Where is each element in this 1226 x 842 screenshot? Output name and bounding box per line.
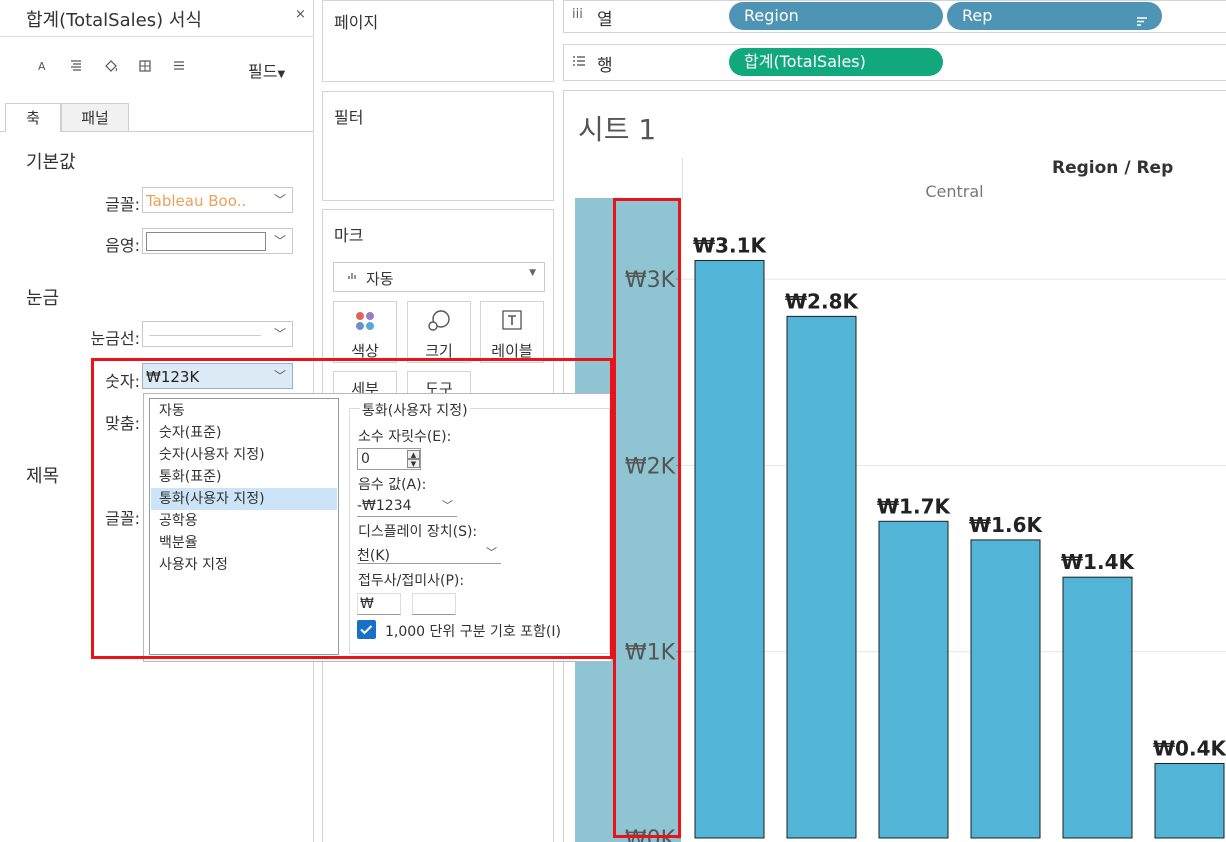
pages-title: 페이지 — [334, 13, 379, 32]
chevron-down-icon: ﹀ — [273, 234, 286, 248]
font-label: 글꼴: — [105, 195, 140, 214]
pill-rep[interactable]: Rep — [947, 2, 1162, 30]
color-button[interactable]: 색상 — [333, 301, 397, 363]
bar[interactable] — [970, 539, 1041, 839]
marks-title: 마크 — [334, 226, 364, 245]
section-title: 제목 — [26, 466, 60, 487]
marks-type-value: 자동 — [366, 270, 394, 288]
axis-highlight-box — [613, 198, 681, 838]
bar-data-label: ₩3.1K — [693, 233, 767, 257]
font-combo[interactable]: Tableau Boo.. ﹀ — [142, 187, 293, 213]
color-icon — [334, 310, 396, 337]
caret-down-icon: ▼ — [277, 69, 286, 80]
font-value: Tableau Boo.. — [146, 192, 247, 210]
gridline-combo[interactable]: ﹀ — [142, 321, 293, 347]
popup-highlight-box — [91, 358, 613, 659]
font-icon[interactable]: A — [38, 60, 46, 73]
bar-data-label: ₩1.7K — [877, 494, 951, 518]
bar-data-label: ₩0.4K — [1153, 736, 1226, 760]
pill-rep-label: Rep — [962, 6, 993, 25]
shading-combo[interactable]: ﹀ — [142, 228, 293, 254]
label-button[interactable]: 레이블 — [480, 301, 544, 363]
columns-icon: iii — [572, 7, 583, 22]
pill-total-sales[interactable]: 합계(TotalSales) — [729, 48, 943, 76]
section-default: 기본값 — [26, 152, 76, 173]
filters-shelf[interactable]: 필터 — [322, 91, 554, 201]
rows-icon — [572, 53, 586, 71]
bar-data-label: ₩2.8K — [785, 289, 859, 313]
shading-label: 음영: — [105, 236, 140, 255]
columns-label: 열 — [597, 10, 613, 30]
size-icon — [408, 310, 470, 337]
chevron-down-icon: ﹀ — [273, 327, 286, 341]
chevron-down-icon: ﹀ — [273, 193, 286, 207]
line-preview — [149, 335, 261, 336]
marks-type-dropdown[interactable]: 자동 ▼ — [333, 262, 545, 292]
text-icon — [481, 310, 543, 335]
tab-active-gap — [6, 131, 60, 133]
gridline-label: 눈금선: — [90, 329, 140, 348]
color-swatch — [146, 232, 266, 251]
bar-data-label: ₩1.6K — [969, 513, 1043, 537]
pages-shelf[interactable]: 페이지 — [322, 0, 554, 82]
divider — [0, 36, 314, 37]
header-region-rep: Region / Rep — [1052, 158, 1174, 178]
bar[interactable] — [694, 259, 765, 839]
sort-descending-icon[interactable] — [1136, 9, 1148, 37]
sheet-title: 시트 1 — [578, 113, 657, 146]
close-icon[interactable]: × — [295, 7, 306, 22]
bar[interactable] — [1154, 762, 1225, 839]
bar-chart-icon — [348, 269, 358, 284]
shading-icon[interactable] — [104, 60, 118, 75]
alignment-icon[interactable] — [70, 60, 82, 74]
borders-icon[interactable] — [139, 60, 151, 75]
tab-axis[interactable]: 축 — [5, 103, 61, 132]
section-ticks: 눈금 — [26, 288, 60, 309]
bar[interactable] — [1062, 576, 1133, 839]
lines-icon[interactable] — [173, 60, 185, 74]
bar[interactable] — [786, 315, 857, 839]
bar-data-label: ₩1.4K — [1061, 550, 1135, 574]
fields-dropdown[interactable]: 필드▼ — [248, 58, 285, 82]
pane-title: 합계(TotalSales) 서식 — [26, 10, 202, 31]
bar[interactable] — [878, 520, 949, 839]
pill-region[interactable]: Region — [729, 2, 943, 30]
size-button[interactable]: 크기 — [407, 301, 471, 363]
filters-title: 필터 — [334, 108, 364, 127]
fields-label: 필드 — [248, 62, 278, 81]
caret-down-icon: ▼ — [529, 268, 536, 278]
header-divider — [682, 158, 683, 200]
rows-label: 행 — [597, 56, 613, 76]
tab-pane[interactable]: 패널 — [61, 103, 129, 132]
